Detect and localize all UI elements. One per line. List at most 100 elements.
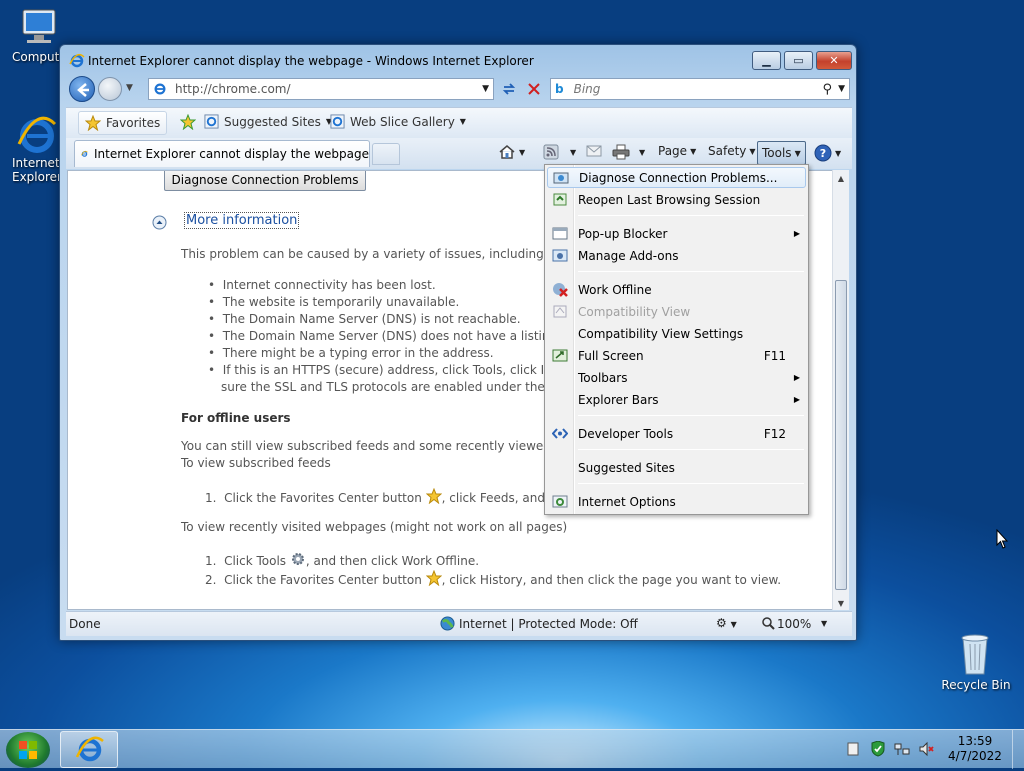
page-menu-button[interactable]: Page ▼ bbox=[658, 144, 696, 158]
desktop-icon-label: Recycle Bin bbox=[941, 678, 1011, 692]
search-dropdown-icon[interactable]: ▼ bbox=[838, 84, 845, 94]
tab-page-icon bbox=[81, 150, 88, 157]
chevron-down-icon: ▼ bbox=[749, 146, 756, 156]
web-slice-gallery-button[interactable]: Web Slice Gallery ▼ bbox=[330, 114, 466, 129]
maximize-button[interactable]: ▭ bbox=[784, 51, 813, 70]
start-button[interactable] bbox=[6, 732, 50, 768]
zoom-dropdown-icon[interactable]: ▼ bbox=[821, 619, 827, 628]
favorites-label: Favorites bbox=[106, 116, 161, 130]
chevron-down-icon: ▼ bbox=[835, 148, 842, 158]
mouse-cursor-icon bbox=[996, 528, 1009, 552]
web-slice-icon bbox=[330, 114, 345, 129]
refresh-button[interactable] bbox=[498, 79, 520, 99]
taskbar-internet-explorer-button[interactable] bbox=[60, 731, 118, 768]
feeds-button[interactable]: ▼ bbox=[543, 144, 576, 160]
taskbar-clock[interactable]: 13:59 4/7/2022 bbox=[944, 734, 1006, 764]
menu-separator bbox=[578, 415, 804, 416]
list-item: • There might be a typing error in the a… bbox=[208, 346, 494, 360]
submenu-arrow-icon: ▶ bbox=[793, 395, 800, 404]
desktop-icon-label: Internet Explorer bbox=[12, 156, 62, 184]
popup-blocker-icon bbox=[552, 226, 568, 241]
favorites-button[interactable]: Favorites bbox=[78, 111, 168, 135]
collapse-icon[interactable] bbox=[152, 215, 167, 233]
close-button[interactable]: ✕ bbox=[816, 51, 852, 70]
security-shield-icon[interactable] bbox=[869, 740, 887, 760]
full-screen-icon bbox=[552, 348, 568, 363]
offline-users-heading: For offline users bbox=[181, 411, 291, 425]
search-box[interactable]: b ⚲ ▼ bbox=[550, 78, 850, 100]
status-bar: Done Internet | Protected Mode: Off ⚙ ▼ … bbox=[66, 611, 852, 636]
search-icon[interactable]: ⚲ bbox=[823, 82, 833, 97]
menu-item-diagnose-connection-problems[interactable]: Diagnose Connection Problems... bbox=[547, 167, 806, 188]
security-zone-text[interactable]: Internet | Protected Mode: Off bbox=[459, 617, 638, 631]
menu-item-toolbars[interactable]: Toolbars ▶ bbox=[547, 367, 806, 388]
diagnose-connection-problems-button[interactable]: Diagnose Connection Problems bbox=[164, 171, 366, 191]
status-text: Done bbox=[69, 617, 101, 631]
recent-step-2: 2. Click the Favorites Center button , c… bbox=[205, 569, 781, 587]
address-dropdown-icon[interactable]: ▼ bbox=[482, 84, 489, 94]
suggested-sites-icon bbox=[204, 114, 219, 129]
stop-button[interactable] bbox=[523, 79, 545, 99]
new-tab-button[interactable] bbox=[372, 143, 400, 165]
suggested-sites-button[interactable]: Suggested Sites ▼ bbox=[204, 114, 332, 129]
menu-item-compatibility-view[interactable]: Compatibility View bbox=[547, 301, 806, 322]
tools-menu-button[interactable]: Tools ▼ bbox=[757, 141, 806, 165]
action-center-icon[interactable] bbox=[846, 742, 860, 759]
read-mail-button[interactable] bbox=[586, 144, 602, 158]
menu-item-reopen-last-browsing-session[interactable]: Reopen Last Browsing Session bbox=[547, 189, 806, 210]
offline-paragraph-2: To view subscribed feeds bbox=[181, 456, 331, 470]
page-icon bbox=[153, 82, 167, 96]
menu-item-full-screen[interactable]: Full Screen F11 bbox=[547, 345, 806, 366]
scroll-down-arrow[interactable]: ▼ bbox=[833, 599, 849, 608]
more-information-link[interactable]: More information bbox=[184, 212, 300, 229]
menu-item-popup-blocker[interactable]: Pop-up Blocker ▶ bbox=[547, 223, 806, 244]
address-input[interactable] bbox=[173, 81, 483, 97]
menu-item-compatibility-view-settings[interactable]: Compatibility View Settings bbox=[547, 323, 806, 344]
minimize-button[interactable]: ▁ bbox=[752, 51, 781, 70]
tab-active[interactable]: Internet Explorer cannot display the web… bbox=[74, 140, 370, 167]
recent-step-1: 1. Click Tools , and then click Work Off… bbox=[205, 551, 479, 568]
zoom-level[interactable]: 100% bbox=[777, 617, 811, 631]
menu-separator bbox=[578, 483, 804, 484]
scroll-up-arrow[interactable]: ▲ bbox=[833, 174, 849, 183]
add-ons-icon bbox=[552, 248, 568, 263]
menu-item-suggested-sites[interactable]: Suggested Sites bbox=[547, 457, 806, 478]
forward-button[interactable] bbox=[98, 77, 122, 101]
help-button[interactable]: ? ▼ bbox=[814, 144, 841, 162]
home-button[interactable]: ▼ bbox=[498, 144, 525, 160]
submenu-arrow-icon: ▶ bbox=[793, 229, 800, 238]
show-desktop-button[interactable] bbox=[1012, 730, 1024, 769]
home-icon bbox=[499, 145, 515, 159]
search-input[interactable] bbox=[571, 81, 823, 97]
menu-item-internet-options[interactable]: Internet Options bbox=[547, 491, 806, 512]
protected-mode-icon[interactable]: ⚙ ▼ bbox=[716, 616, 737, 630]
scroll-thumb[interactable] bbox=[835, 280, 847, 590]
chevron-down-icon: ▼ bbox=[459, 117, 466, 126]
print-button[interactable]: ▼ bbox=[612, 144, 645, 160]
zoom-icon bbox=[761, 616, 775, 633]
favorites-bar: Favorites Suggested Sites ▼ Web Slice Ga… bbox=[66, 107, 852, 138]
chevron-down-icon: ▼ bbox=[519, 147, 526, 157]
add-favorite-icon bbox=[180, 114, 196, 130]
vertical-scrollbar[interactable]: ▲ ▼ bbox=[832, 170, 849, 610]
desktop-icon-recycle-bin[interactable]: Recycle Bin bbox=[940, 630, 1011, 692]
suggested-sites-label: Suggested Sites bbox=[224, 114, 321, 129]
back-arrow-icon bbox=[77, 83, 89, 97]
back-button[interactable] bbox=[69, 76, 95, 102]
address-bar[interactable]: ▼ bbox=[148, 78, 494, 100]
tools-menu-label: Tools bbox=[762, 146, 792, 160]
menu-item-developer-tools[interactable]: Developer Tools F12 bbox=[547, 423, 806, 444]
list-item: • The website is temporarily unavailable… bbox=[208, 295, 460, 309]
web-slice-gallery-label: Web Slice Gallery bbox=[350, 114, 455, 129]
menu-item-manage-add-ons[interactable]: Manage Add-ons bbox=[547, 245, 806, 266]
menu-item-work-offline[interactable]: Work Offline bbox=[547, 279, 806, 300]
intro-text: This problem can be caused by a variety … bbox=[181, 247, 548, 261]
network-icon[interactable] bbox=[894, 741, 910, 760]
recent-pages-dropdown[interactable]: ▼ bbox=[126, 83, 133, 93]
safety-menu-button[interactable]: Safety ▼ bbox=[708, 144, 756, 158]
clock-time: 13:59 bbox=[957, 734, 993, 748]
volume-muted-icon[interactable] bbox=[918, 741, 934, 760]
add-to-favorites-bar-button[interactable] bbox=[180, 114, 196, 130]
menu-item-explorer-bars[interactable]: Explorer Bars ▶ bbox=[547, 389, 806, 410]
feeds-step: 1. Click the Favorites Center button , c… bbox=[205, 487, 573, 505]
